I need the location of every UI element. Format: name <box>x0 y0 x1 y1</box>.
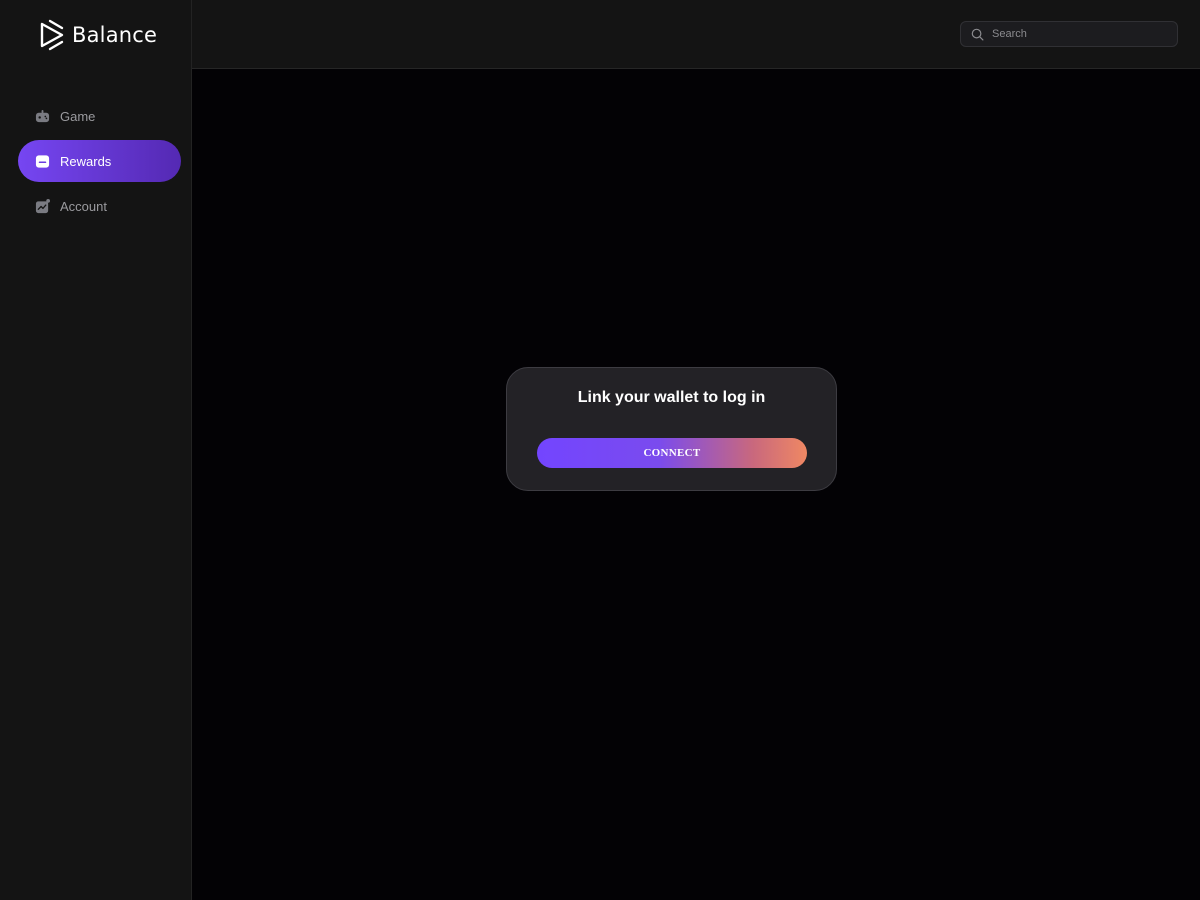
wallet-icon <box>35 154 50 168</box>
wallet-login-card: Link your wallet to log in CONNECT <box>506 367 837 491</box>
sidebar-nav: Game Rewards Account <box>18 95 181 230</box>
chart-icon <box>35 198 50 213</box>
brand-logo[interactable]: Balance <box>38 18 157 52</box>
search-icon <box>971 28 984 40</box>
sidebar-item-rewards[interactable]: Rewards <box>18 140 181 182</box>
sidebar-item-label: Account <box>60 198 107 214</box>
balance-logo-icon <box>40 19 64 51</box>
sidebar-item-account[interactable]: Account <box>18 185 181 227</box>
brand-name: Balance <box>72 23 158 47</box>
card-title: Link your wallet to log in <box>577 389 766 406</box>
sidebar: Balance Game Rewards Account <box>0 0 192 900</box>
sidebar-item-label: Rewards <box>60 153 112 169</box>
sidebar-item-label: Game <box>60 108 96 124</box>
gamepad-icon <box>35 109 50 122</box>
app-window: Balance Game Rewards Account Search Link… <box>0 0 1200 900</box>
main-content: Link your wallet to log in CONNECT <box>192 69 1200 900</box>
top-header <box>192 0 1200 69</box>
search-box[interactable] <box>960 21 1178 47</box>
sidebar-item-game[interactable]: Game <box>18 95 181 137</box>
connect-button[interactable]: CONNECT <box>537 438 807 468</box>
search-input[interactable] <box>992 28 1162 40</box>
